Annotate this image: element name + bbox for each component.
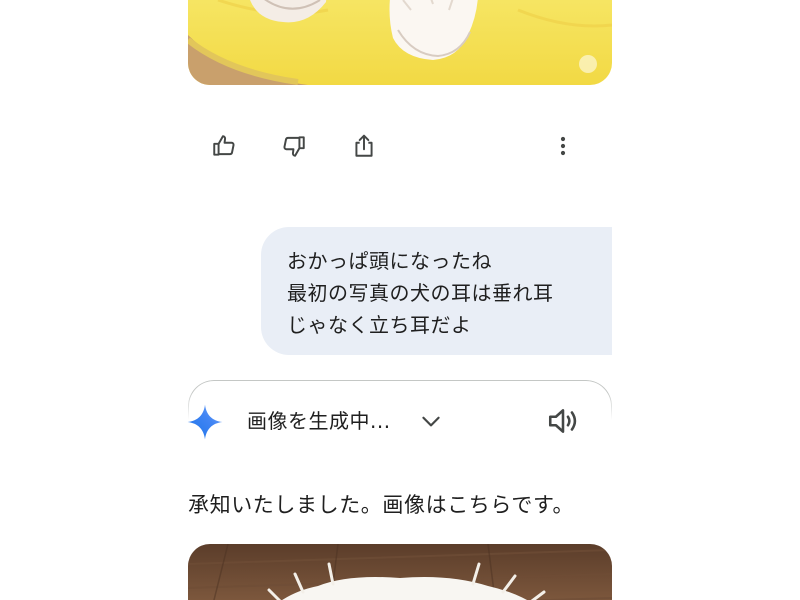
user-message-line: じゃなく立ち耳だよ [287,313,472,337]
share-button[interactable] [342,124,386,168]
share-icon [355,134,373,157]
thumbs-up-icon [213,135,235,156]
more-vert-icon [560,136,566,156]
dog-cushion-illustration [188,0,612,85]
user-message-bubble: おかっぱ頭になったね 最初の写真の犬の耳は垂れ耳 じゃなく立ち耳だよ [261,227,612,355]
chevron-down-icon[interactable] [418,408,444,434]
generated-image-dog[interactable] [188,544,612,600]
user-message-line: 最初の写真の犬の耳は垂れ耳 [287,281,554,305]
dog-on-floor-illustration [188,544,612,600]
user-message-line: おかっぱ頭になったね [287,249,492,273]
thumbs-down-button[interactable] [272,124,316,168]
assistant-reply-text: 承知いたしました。画像はこちらです。 [188,493,575,517]
more-options-button[interactable] [541,124,585,168]
speaker-icon[interactable] [546,404,580,438]
chat-page: おかっぱ頭になったね 最初の写真の犬の耳は垂れ耳 じゃなく立ち耳だよ 画像を生成… [0,0,800,600]
generation-status-text: 画像を生成中... [247,409,391,433]
generated-image-dog-on-cushion[interactable] [188,0,612,85]
response-action-toolbar [198,124,588,168]
thumbs-up-button[interactable] [202,124,246,168]
gemini-sparkle-icon [187,404,223,440]
thumbs-down-icon [283,136,305,157]
